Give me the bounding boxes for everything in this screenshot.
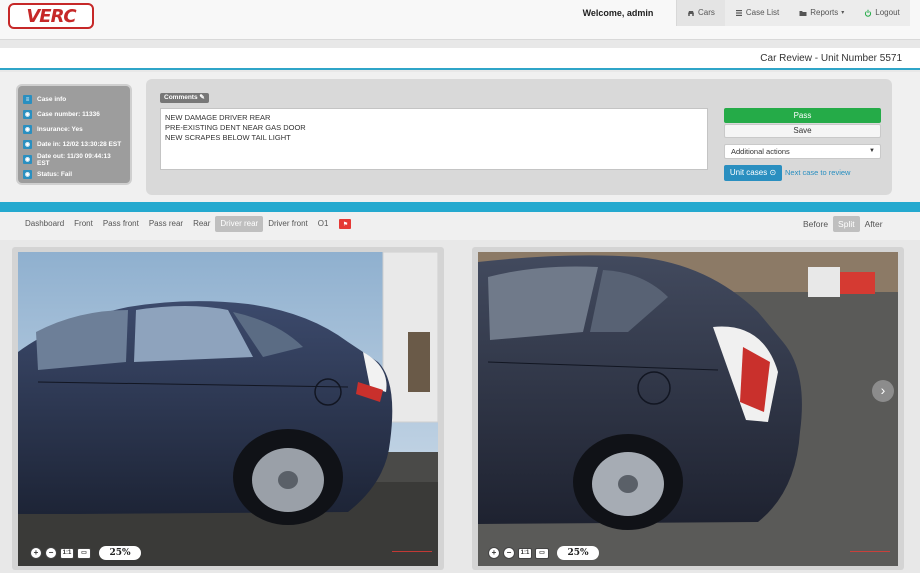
date-out-text: Date out: 11/30 09:44:13 EST bbox=[36, 152, 111, 167]
image-tabs: Dashboard Front Pass front Pass rear Rea… bbox=[20, 216, 352, 232]
view-before[interactable]: Before bbox=[798, 216, 833, 232]
pass-button[interactable]: Pass bbox=[724, 108, 881, 123]
info-icon: ◉ bbox=[23, 170, 32, 179]
info-icon: ◉ bbox=[23, 110, 32, 119]
list-icon: ≡ bbox=[23, 95, 32, 104]
page-title: Car Review - Unit Number 5571 bbox=[760, 53, 902, 64]
additional-actions-dropdown[interactable]: Additional actions ▼ bbox=[724, 144, 881, 159]
case-number: ◉ Case number: 11336 bbox=[23, 107, 125, 122]
unit-cases-button[interactable]: Unit cases ⊙ bbox=[724, 165, 782, 181]
before-zoom-controls: + − 1:1 ▭ 25% bbox=[30, 546, 141, 560]
main-nav: Cars Case List Reports ▾ Logout bbox=[676, 0, 910, 26]
nav-logout[interactable]: Logout bbox=[854, 0, 909, 26]
before-car-photo[interactable] bbox=[18, 252, 438, 566]
nav-cars[interactable]: Cars bbox=[677, 0, 725, 26]
before-photo-timestamp bbox=[392, 551, 432, 563]
zoom-out-icon[interactable]: − bbox=[503, 547, 515, 559]
nav-reports-label: Reports bbox=[810, 8, 839, 17]
verc-logo[interactable]: VERC bbox=[8, 3, 94, 29]
fit-screen-icon[interactable]: ▭ bbox=[535, 547, 549, 559]
chevron-down-icon: ▼ bbox=[869, 148, 875, 154]
save-button[interactable]: Save bbox=[724, 124, 881, 138]
after-zoom-level: 25% bbox=[557, 546, 599, 560]
next-case-link[interactable]: Next case to review bbox=[785, 165, 850, 181]
car-icon bbox=[688, 11, 694, 16]
insurance-text: Insurance: Yes bbox=[37, 126, 83, 133]
nav-case-list-label: Case List bbox=[745, 8, 780, 17]
after-photo-timestamp bbox=[850, 551, 890, 563]
tab-dashboard[interactable]: Dashboard bbox=[20, 216, 69, 232]
after-photo-illustration bbox=[478, 252, 898, 566]
status: ◉ Status: Fail bbox=[23, 167, 125, 182]
next-image-arrow-icon[interactable]: › bbox=[872, 380, 894, 402]
tab-driver-front[interactable]: Driver front bbox=[263, 216, 313, 232]
case-number-text: Case number: 11336 bbox=[37, 111, 100, 118]
zoom-in-icon[interactable]: + bbox=[30, 547, 42, 559]
tab-pass-front[interactable]: Pass front bbox=[98, 216, 144, 232]
logo-text: VERC bbox=[26, 5, 76, 27]
view-after[interactable]: After bbox=[860, 216, 888, 232]
actual-size-icon[interactable]: 1:1 bbox=[60, 547, 74, 559]
after-zoom-controls: + − 1:1 ▭ 25% bbox=[488, 546, 599, 560]
tab-rear[interactable]: Rear bbox=[188, 216, 215, 232]
folder-icon bbox=[799, 11, 807, 16]
top-navbar: VERC Welcome, admin Cars Case List Repor… bbox=[0, 0, 920, 40]
zoom-out-icon[interactable]: − bbox=[45, 547, 57, 559]
date-out: ◉ Date out: 11/30 09:44:13 EST bbox=[23, 152, 125, 167]
view-mode-tabs: Before Split After bbox=[798, 216, 888, 232]
power-icon bbox=[865, 9, 872, 17]
nav-logout-label: Logout bbox=[875, 8, 900, 17]
before-photo-illustration bbox=[18, 252, 438, 566]
zoom-in-icon[interactable]: + bbox=[488, 547, 500, 559]
actual-size-icon[interactable]: 1:1 bbox=[518, 547, 532, 559]
tab-pass-rear[interactable]: Pass rear bbox=[144, 216, 188, 232]
tab-driver-rear[interactable]: Driver rear bbox=[215, 216, 264, 232]
fit-screen-icon[interactable]: ▭ bbox=[77, 547, 91, 559]
clock-icon: ◉ bbox=[23, 155, 32, 164]
nav-case-list[interactable]: Case List bbox=[725, 0, 789, 26]
before-zoom-level: 25% bbox=[99, 546, 141, 560]
accent-stripe bbox=[0, 202, 920, 212]
case-info-title: Case info bbox=[37, 96, 67, 103]
tab-o1[interactable]: O1 bbox=[313, 216, 334, 232]
comments-label[interactable]: Comments ✎ bbox=[160, 93, 209, 103]
welcome-message: Welcome, admin bbox=[582, 8, 654, 18]
pencil-icon: ✎ bbox=[199, 94, 205, 101]
flag-icon[interactable]: ⚑ bbox=[339, 219, 352, 229]
insurance: ◉ Insurance: Yes bbox=[23, 122, 125, 137]
comments-label-text: Comments bbox=[164, 94, 198, 101]
additional-actions-label: Additional actions bbox=[731, 147, 790, 156]
clock-icon: ⊙ bbox=[769, 168, 777, 177]
info-icon: ◉ bbox=[23, 125, 32, 134]
status-text: Status: Fail bbox=[37, 171, 73, 178]
page-title-bar: Car Review - Unit Number 5571 bbox=[0, 48, 920, 70]
case-info-header: ≡ Case info bbox=[23, 92, 125, 107]
unit-cases-label: Unit cases bbox=[729, 168, 768, 177]
list-icon bbox=[735, 10, 742, 16]
chevron-down-icon: ▾ bbox=[841, 10, 845, 16]
nav-cars-label: Cars bbox=[698, 8, 715, 17]
comments-textarea[interactable]: NEW DAMAGE DRIVER REAR PRE-EXISTING DENT… bbox=[160, 108, 708, 170]
date-in: ◉ Date in: 12/02 13:30:28 EST bbox=[23, 137, 125, 152]
date-in-text: Date in: 12/02 13:30:28 EST bbox=[37, 141, 122, 148]
tab-front[interactable]: Front bbox=[69, 216, 98, 232]
nav-reports[interactable]: Reports ▾ bbox=[789, 0, 854, 26]
after-car-photo[interactable] bbox=[478, 252, 898, 566]
case-info-box: ≡ Case info ◉ Case number: 11336 ◉ Insuranc… bbox=[16, 84, 132, 185]
clock-icon: ◉ bbox=[23, 140, 32, 149]
view-split[interactable]: Split bbox=[833, 216, 860, 232]
